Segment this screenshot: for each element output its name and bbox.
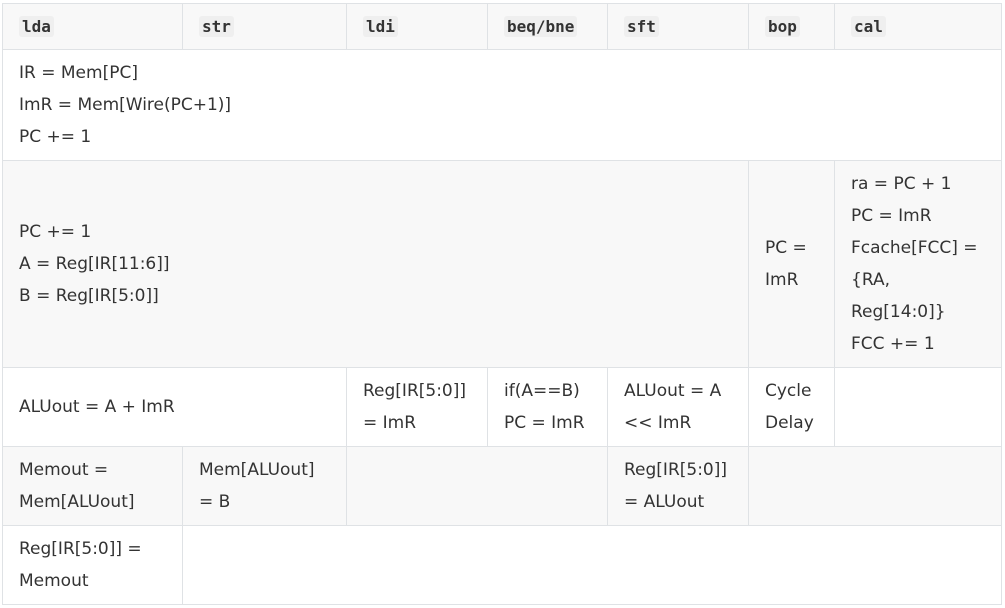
header-cal: cal bbox=[834, 3, 1002, 50]
execute-ldi-cell: Reg[IR[5:0]] = ImR bbox=[346, 367, 488, 447]
cell-line: ALUout = A + ImR bbox=[19, 397, 175, 417]
cell-line: Memout = bbox=[19, 460, 109, 480]
cell-line: << ImR bbox=[624, 413, 692, 433]
header-label: bop bbox=[765, 15, 800, 37]
cell-line: = B bbox=[199, 492, 231, 512]
header-sft: sft bbox=[607, 3, 749, 50]
cell-line: Delay bbox=[765, 413, 814, 433]
cell-line: ALUout = A bbox=[624, 381, 722, 401]
cell-line: Fcache[FCC] = bbox=[851, 238, 978, 258]
writeback-empty-cell bbox=[182, 525, 1002, 605]
header-label: beq/bne bbox=[504, 15, 578, 37]
decode-cal-cell: ra = PC + 1 PC = ImR Fcache[FCC] = {RA, … bbox=[834, 160, 1002, 368]
cell-line: PC = bbox=[765, 238, 807, 258]
cell-line: = ImR bbox=[363, 413, 417, 433]
cell-line: Reg[IR[5:0]] bbox=[624, 460, 728, 480]
header-label: ldi bbox=[363, 15, 398, 37]
writeback-lda-cell: Reg[IR[5:0]] = Memout bbox=[2, 525, 183, 605]
cell-line: Cycle bbox=[765, 381, 812, 401]
cell-line: Mem[ALUout] bbox=[19, 492, 135, 512]
header-label: sft bbox=[624, 15, 659, 37]
cell-line: PC = ImR bbox=[504, 413, 585, 433]
header-row: lda str ldi beq/bne sft bop cal bbox=[2, 3, 1002, 50]
memory-empty-cell bbox=[346, 446, 608, 526]
decode-bop-cell: PC = ImR bbox=[748, 160, 835, 368]
cell-line: Reg[14:0]} bbox=[851, 302, 946, 322]
writeback-row: Reg[IR[5:0]] = Memout bbox=[2, 525, 1002, 605]
cell-line: A = Reg[IR[11:6]] bbox=[19, 254, 170, 274]
header-beq-bne: beq/bne bbox=[487, 3, 608, 50]
header-label: cal bbox=[851, 15, 886, 37]
decode-common-cell: PC += 1 A = Reg[IR[11:6]] B = Reg[IR[5:0… bbox=[2, 160, 749, 368]
execute-beq-cell: if(A==B) PC = ImR bbox=[487, 367, 608, 447]
header-label: lda bbox=[19, 15, 54, 37]
cell-line: ra = PC + 1 bbox=[851, 174, 952, 194]
execute-sft-cell: ALUout = A << ImR bbox=[607, 367, 749, 447]
memory-sft-cell: Reg[IR[5:0]] = ALUout bbox=[607, 446, 749, 526]
cell-line: Reg[IR[5:0]] = bbox=[19, 539, 142, 559]
memory-empty-cell bbox=[748, 446, 1002, 526]
execute-bop-cell: Cycle Delay bbox=[748, 367, 835, 447]
cell-line: Reg[IR[5:0]] bbox=[363, 381, 467, 401]
execute-row: ALUout = A + ImR Reg[IR[5:0]] = ImR if(A… bbox=[2, 367, 1002, 447]
memory-lda-cell: Memout = Mem[ALUout] bbox=[2, 446, 183, 526]
execute-cal-cell bbox=[834, 367, 1002, 447]
microcode-table: lda str ldi beq/bne sft bop cal IR = Mem… bbox=[2, 3, 1002, 605]
cell-line: ImR = Mem[Wire(PC+1)] bbox=[19, 95, 232, 115]
cell-line: ImR bbox=[765, 270, 799, 290]
cell-line: B = Reg[IR[5:0]] bbox=[19, 286, 159, 306]
cell-line: PC += 1 bbox=[19, 127, 92, 147]
decode-row: PC += 1 A = Reg[IR[11:6]] B = Reg[IR[5:0… bbox=[2, 160, 1002, 368]
cell-line: Mem[ALUout] bbox=[199, 460, 315, 480]
cell-line: PC += 1 bbox=[19, 222, 92, 242]
cell-line: if(A==B) bbox=[504, 381, 580, 401]
header-bop: bop bbox=[748, 3, 835, 50]
header-label: str bbox=[199, 15, 234, 37]
execute-lda-str-cell: ALUout = A + ImR bbox=[2, 367, 347, 447]
fetch-row: IR = Mem[PC] ImR = Mem[Wire(PC+1)] PC +=… bbox=[2, 49, 1002, 161]
header-lda: lda bbox=[2, 3, 183, 50]
cell-line: {RA, bbox=[851, 270, 890, 290]
memory-row: Memout = Mem[ALUout] Mem[ALUout] = B Reg… bbox=[2, 446, 1002, 526]
cell-line: PC = ImR bbox=[851, 206, 932, 226]
cell-line: = ALUout bbox=[624, 492, 705, 512]
cell-line: Memout bbox=[19, 571, 89, 591]
header-str: str bbox=[182, 3, 347, 50]
memory-str-cell: Mem[ALUout] = B bbox=[182, 446, 347, 526]
cell-line: IR = Mem[PC] bbox=[19, 63, 138, 83]
cell-line: FCC += 1 bbox=[851, 334, 935, 354]
header-ldi: ldi bbox=[346, 3, 488, 50]
fetch-cell: IR = Mem[PC] ImR = Mem[Wire(PC+1)] PC +=… bbox=[2, 49, 1002, 161]
